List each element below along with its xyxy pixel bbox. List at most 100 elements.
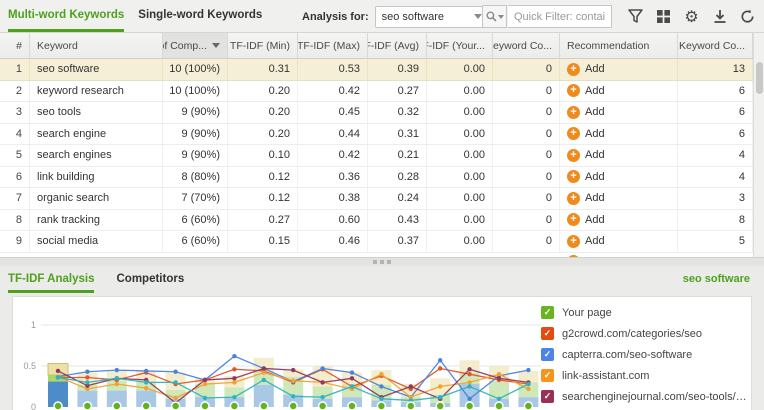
cell-kc1: 0 (493, 167, 560, 188)
cell-avg: 0.37 (368, 231, 427, 252)
table-row[interactable]: 3seo tools9 (90%)0.200.450.320.000+Add6 (0, 102, 753, 124)
cell-kc1: 0 (493, 102, 560, 123)
add-keyword-button[interactable]: +Add (567, 213, 605, 226)
keyword-mode-tabs: Multi-word Keywords Single-word Keywords (8, 0, 262, 32)
column-header-0[interactable]: # (0, 33, 30, 58)
panel-splitter-handle[interactable] (0, 257, 764, 266)
tf-idf-tool-window: Multi-word Keywords Single-word Keywords… (0, 0, 764, 410)
add-keyword-button[interactable]: +Add (567, 192, 605, 205)
keyword-table-body: 1seo software10 (100%)0.310.530.390.000+… (0, 59, 753, 258)
recommendation-cell: +Add (560, 231, 678, 252)
column-header-label: TF-IDF (Min) (230, 40, 290, 52)
legend-item[interactable]: ✓ g2crowd.com/categories/seo (541, 323, 747, 344)
add-keyword-button[interactable]: +Add (567, 170, 605, 183)
column-header-label: TF-IDF (Your... (427, 40, 485, 52)
tab-competitors[interactable]: Competitors (116, 266, 184, 293)
cell-your: 0.00 (427, 102, 493, 123)
checked-checkbox-icon[interactable]: ✓ (541, 306, 554, 319)
table-row[interactable]: 4search engine9 (90%)0.200.440.310.000+A… (0, 124, 753, 146)
cell-keyword: seo tools (30, 102, 163, 123)
column-header-2[interactable]: # of Comp... (163, 33, 228, 58)
analysis-for-dropdown[interactable]: seo software (375, 6, 489, 28)
checked-checkbox-icon[interactable]: ✓ (541, 348, 554, 361)
cell-your: 0.00 (427, 81, 493, 102)
column-header-8[interactable]: Recommendation (560, 33, 678, 58)
cell-min: 0.10 (228, 145, 298, 166)
cell-avg: 0.27 (368, 81, 427, 102)
add-label: Add (585, 106, 605, 118)
column-header-6[interactable]: TF-IDF (Your... (427, 33, 493, 58)
cell-avg: 0.39 (368, 59, 427, 80)
column-header-9[interactable]: Keyword Co... (678, 33, 753, 58)
cell-avg: 0.43 (368, 210, 427, 231)
recommendation-cell: +Add (560, 188, 678, 209)
legend-label: searchenginejournal.com/seo-tools/seo-so… (562, 391, 747, 403)
add-keyword-button[interactable]: +Add (567, 127, 605, 140)
legend-item[interactable]: ✓capterra.com/seo-software (541, 344, 747, 365)
add-keyword-button[interactable]: +Add (567, 63, 605, 76)
cell-your: 0.00 (427, 188, 493, 209)
table-row[interactable]: 7organic search7 (70%)0.120.380.240.000+… (0, 188, 753, 210)
table-row[interactable]: 9social media6 (60%)0.150.460.370.000+Ad… (0, 231, 753, 253)
svg-text:0.5: 0.5 (23, 361, 36, 371)
column-layout-icon[interactable] (655, 8, 672, 25)
add-keyword-button[interactable]: +Add (567, 106, 605, 119)
cell-min: 0.20 (228, 124, 298, 145)
table-row[interactable]: 5search engines9 (90%)0.100.420.210.000+… (0, 145, 753, 167)
table-row[interactable]: 1seo software10 (100%)0.310.530.390.000+… (0, 59, 753, 81)
table-row[interactable]: 6link building8 (80%)0.120.360.280.000+A… (0, 167, 753, 189)
column-header-label: Keyword (37, 40, 78, 52)
column-header-3[interactable]: TF-IDF (Min) (228, 33, 298, 58)
search-mode-dropdown[interactable] (482, 5, 507, 28)
table-header-row: # Keyword # of Comp...TF-IDF (Min) TF-IDF (… (0, 33, 753, 59)
legend-label: Your page (562, 307, 612, 319)
cell-kc2: 6 (678, 124, 753, 145)
add-label: Add (585, 214, 605, 226)
cell-max: 0.42 (298, 81, 368, 102)
add-icon: + (567, 127, 580, 140)
cell-kc1: 0 (493, 231, 560, 252)
column-header-5[interactable]: TF-IDF (Avg) (368, 33, 427, 58)
checked-checkbox-icon[interactable]: ✓ (541, 390, 554, 403)
settings-gear-icon[interactable]: ⚙ (683, 8, 700, 25)
table-row[interactable]: 2keyword research10 (100%)0.200.420.270.… (0, 81, 753, 103)
add-keyword-button[interactable]: +Add (567, 235, 605, 248)
table-scrollbar-thumb[interactable] (756, 62, 763, 94)
column-header-7[interactable]: Keyword Co... (493, 33, 560, 58)
add-keyword-button[interactable]: +Add (567, 149, 605, 162)
tab-single-word-keywords[interactable]: Single-word Keywords (138, 0, 262, 32)
cell-kc1: 0 (493, 81, 560, 102)
cell-kc1: 0 (493, 124, 560, 145)
legend-item[interactable]: ✓ Your page (541, 302, 747, 323)
toolbar-icons: ⚙ (627, 0, 756, 33)
quick-filter-input[interactable] (508, 5, 612, 28)
add-keyword-button[interactable]: +Add (567, 84, 605, 97)
column-header-label: Recommendation (567, 40, 649, 52)
export-download-icon[interactable] (711, 8, 728, 25)
top-toolbar: Multi-word Keywords Single-word Keywords… (0, 0, 764, 33)
legend-item[interactable]: ✓ searchenginejournal.com/seo-tools/seo-s… (541, 386, 747, 407)
filter-icon[interactable] (627, 8, 644, 25)
checked-checkbox-icon[interactable]: ✓ (541, 369, 554, 382)
add-label: Add (585, 149, 605, 161)
recommendation-cell: +Add (560, 124, 678, 145)
cell-min: 0.12 (228, 167, 298, 188)
refresh-icon[interactable] (739, 8, 756, 25)
cell-your: 0.00 (427, 124, 493, 145)
legend-label: link-assistant.com (562, 370, 649, 382)
column-header-1[interactable]: Keyword (30, 33, 163, 58)
column-header-4[interactable]: TF-IDF (Max) (298, 33, 368, 58)
cell-your: 0.00 (427, 59, 493, 80)
legend-label: g2crowd.com/categories/seo (562, 328, 702, 340)
tab-multi-word-keywords[interactable]: Multi-word Keywords (8, 0, 124, 32)
legend-item[interactable]: ✓ link-assistant.com (541, 365, 747, 386)
cell-competitors: 8 (80%) (163, 167, 228, 188)
cell-min: 0.20 (228, 102, 298, 123)
table-scrollbar[interactable] (753, 33, 764, 258)
checked-checkbox-icon[interactable]: ✓ (541, 327, 554, 340)
tab-tf-idf-analysis[interactable]: TF-IDF Analysis (8, 266, 94, 293)
table-row[interactable]: 8rank tracking6 (60%)0.270.600.430.000+A… (0, 210, 753, 232)
cell-num: 2 (0, 81, 30, 102)
cell-keyword: rank tracking (30, 210, 163, 231)
cell-num: 7 (0, 188, 30, 209)
